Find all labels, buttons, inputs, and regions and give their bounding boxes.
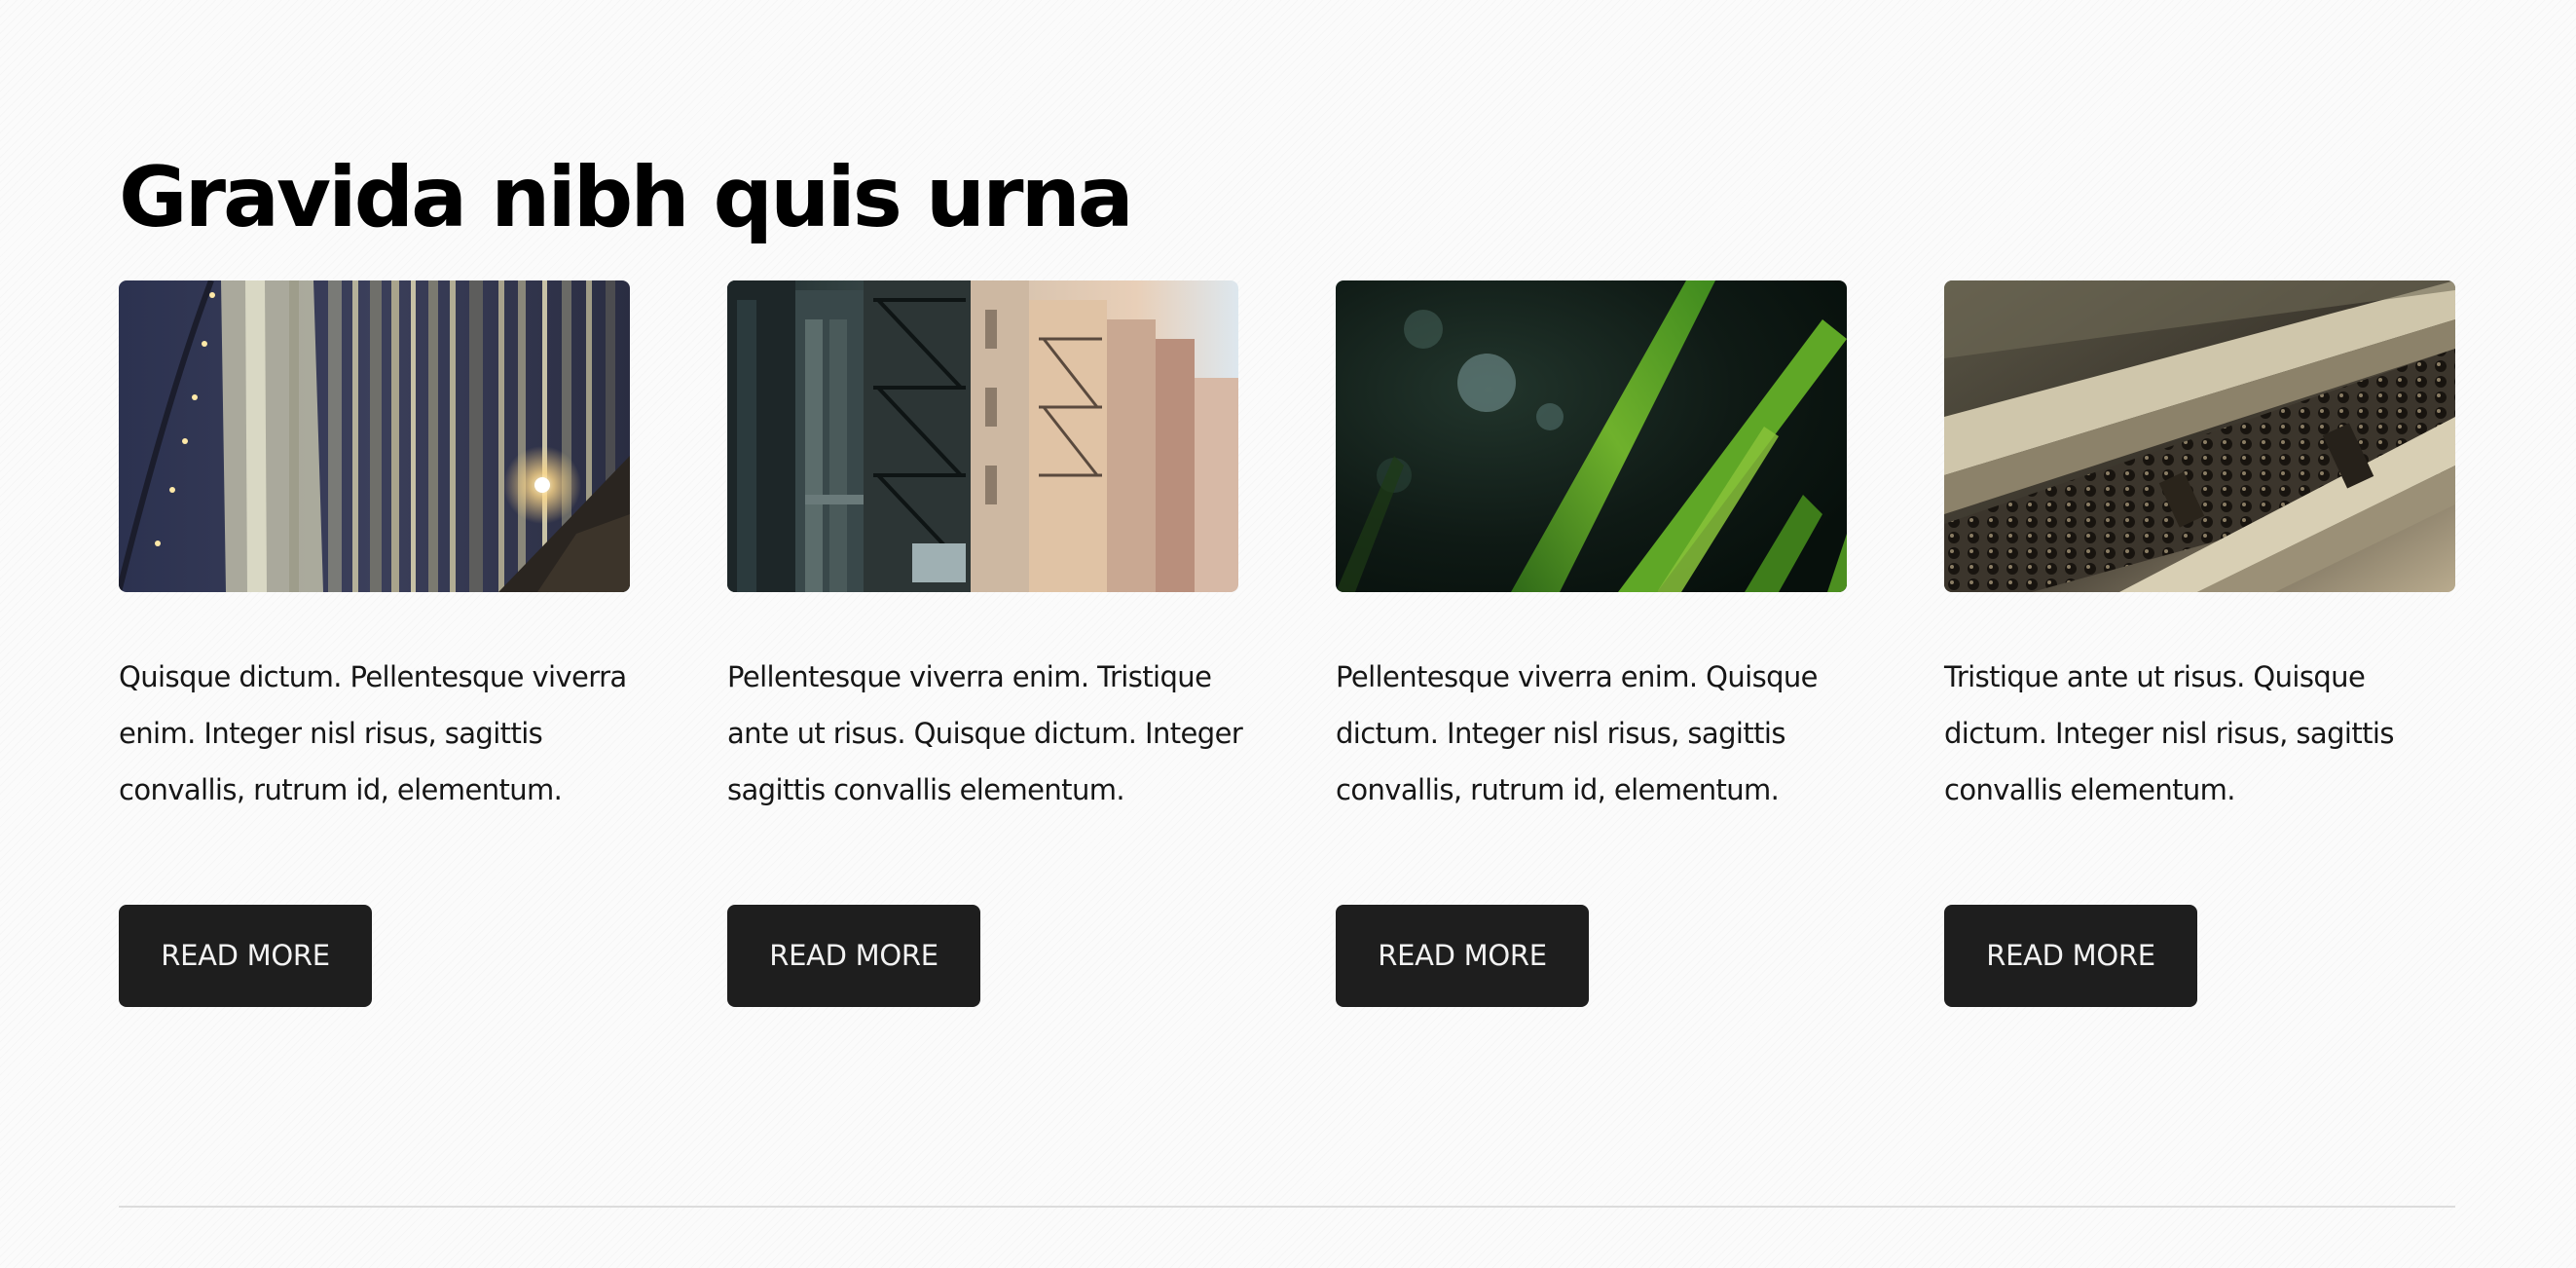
read-more-button[interactable]: READ MORE — [1944, 905, 2197, 1007]
section-heading: Gravida nibh quis urna — [119, 149, 1134, 246]
card-description: Quisque dictum. Pellentesque viverra eni… — [119, 660, 627, 806]
read-more-button[interactable]: READ MORE — [1336, 905, 1589, 1007]
card-description: Tristique ante ut risus. Quisque dictum.… — [1944, 660, 2394, 806]
post-card: Quisque dictum. Pellentesque viverra eni… — [119, 280, 630, 1007]
section-divider — [119, 1206, 2455, 1208]
read-more-button[interactable]: READ MORE — [727, 905, 980, 1007]
read-more-button[interactable]: READ MORE — [119, 905, 372, 1007]
railway-track-image[interactable] — [1944, 280, 2455, 592]
post-card: Tristique ante ut risus. Quisque dictum.… — [1944, 280, 2455, 1007]
post-card: Pellentesque viverra enim. Tristique ant… — [727, 280, 1243, 1007]
card-description: Pellentesque viverra enim. Quisque dictu… — [1336, 660, 1819, 806]
city-fire-escapes-image[interactable] — [727, 280, 1238, 592]
post-card: Pellentesque viverra enim. Quisque dictu… — [1336, 280, 1847, 1007]
bridge-cables-image[interactable] — [119, 280, 630, 592]
card-description: Pellentesque viverra enim. Tristique ant… — [727, 660, 1243, 806]
green-grass-image[interactable] — [1336, 280, 1847, 592]
